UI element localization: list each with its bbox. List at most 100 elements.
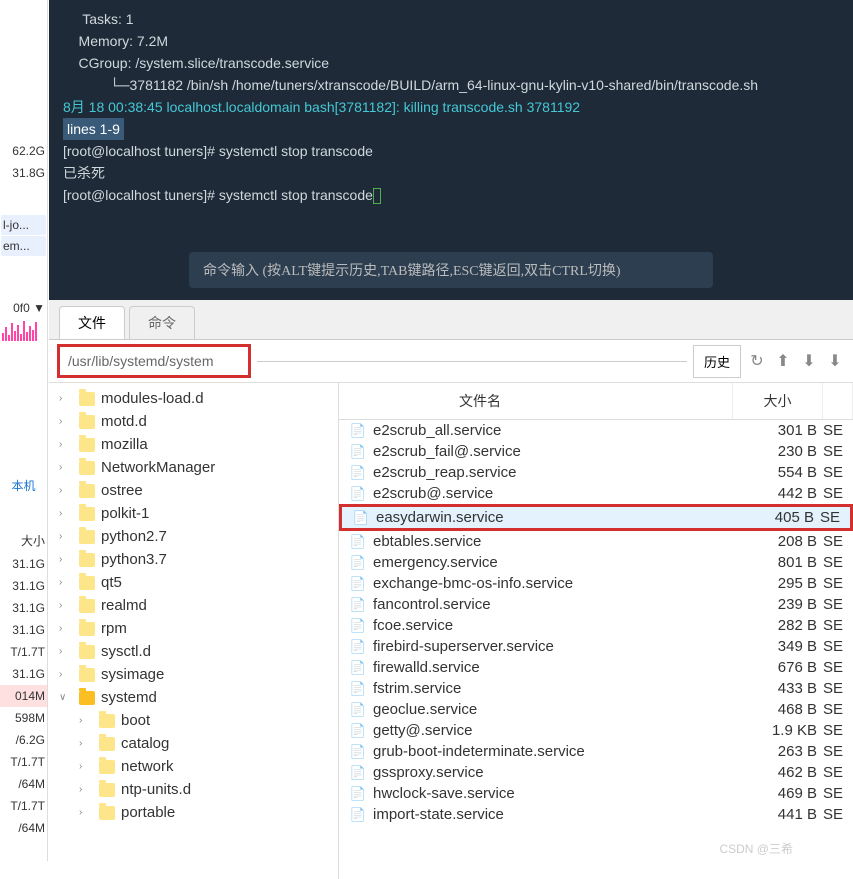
folder-icon xyxy=(79,645,95,659)
terminal-panel[interactable]: Tasks: 1 Memory: 7.2M CGroup: /system.sl… xyxy=(49,0,853,300)
file-extra: SE xyxy=(823,464,853,481)
file-name: fcoe.service xyxy=(369,617,753,634)
tree-label: NetworkManager xyxy=(101,459,215,476)
file-row[interactable]: 📄firebird-superserver.service349 BSE xyxy=(339,636,853,657)
tree-item[interactable]: ›rpm xyxy=(49,617,338,640)
tree-item[interactable]: ›ntp-units.d xyxy=(49,778,338,801)
tab-file[interactable]: 文件 xyxy=(59,306,125,339)
tree-label: catalog xyxy=(121,735,169,752)
file-icon: 📄 xyxy=(347,786,369,802)
tree-item[interactable]: ›catalog xyxy=(49,732,338,755)
terminal-line: └─3781182 /bin/sh /home/tuners/xtranscod… xyxy=(63,74,839,96)
size-label: 31.1G xyxy=(0,619,47,641)
command-input-hint[interactable]: 命令输入 (按ALT键提示历史,TAB键路径,ESC键返回,双击CTRL切换) xyxy=(189,252,713,288)
folder-tree[interactable]: ›modules-load.d›motd.d›mozilla›NetworkMa… xyxy=(49,383,339,879)
folder-icon xyxy=(79,392,95,406)
sparkline-chart xyxy=(0,319,47,343)
tree-item[interactable]: ›qt5 xyxy=(49,571,338,594)
local-machine-label[interactable]: 本机 xyxy=(0,473,47,498)
tree-item[interactable]: ›motd.d xyxy=(49,410,338,433)
file-size: 469 B xyxy=(753,785,823,802)
tree-label: rpm xyxy=(101,620,127,637)
terminal-line: Tasks: 1 xyxy=(63,8,839,30)
size-label: 31.1G xyxy=(0,663,47,685)
tree-item[interactable]: ›python3.7 xyxy=(49,548,338,571)
tree-item[interactable]: ›python2.7 xyxy=(49,525,338,548)
path-input[interactable] xyxy=(66,351,242,371)
download-icon[interactable]: ⬇ xyxy=(799,351,819,371)
file-list[interactable]: 文件名 大小 📄e2scrub_all.service301 BSE📄e2scr… xyxy=(339,383,853,879)
terminal-line: CGroup: /system.slice/transcode.service xyxy=(63,52,839,74)
tree-item[interactable]: ›mozilla xyxy=(49,433,338,456)
tree-label: sysimage xyxy=(101,666,164,683)
file-row[interactable]: 📄e2scrub_fail@.service230 BSE xyxy=(339,441,853,462)
tree-item[interactable]: ›NetworkManager xyxy=(49,456,338,479)
folder-icon xyxy=(79,461,95,475)
file-name: fancontrol.service xyxy=(369,596,753,613)
tree-item[interactable]: ›sysctl.d xyxy=(49,640,338,663)
tree-label: polkit-1 xyxy=(101,505,149,522)
tab-cmd[interactable]: 命令 xyxy=(129,306,195,339)
file-icon: 📄 xyxy=(347,423,369,439)
col-filename[interactable]: 文件名 xyxy=(339,383,733,419)
history-button[interactable]: 历史 xyxy=(693,345,741,378)
file-row[interactable]: 📄fancontrol.service239 BSE xyxy=(339,594,853,615)
file-icon: 📄 xyxy=(347,555,369,571)
size-label: 62.2G xyxy=(0,140,47,162)
folder-item[interactable]: l-jo... xyxy=(1,215,46,235)
tree-item[interactable]: ∨systemd xyxy=(49,686,338,709)
tree-item[interactable]: ›realmd xyxy=(49,594,338,617)
cursor-icon xyxy=(373,188,381,204)
tree-item[interactable]: ›portable xyxy=(49,801,338,824)
tree-item[interactable]: ›ostree xyxy=(49,479,338,502)
col-extra[interactable] xyxy=(823,383,853,419)
dropdown-label[interactable]: 0f0 ▼ xyxy=(0,297,47,319)
file-row[interactable]: 📄fstrim.service433 BSE xyxy=(339,678,853,699)
file-row[interactable]: 📄hwclock-save.service469 BSE xyxy=(339,783,853,804)
file-icon: 📄 xyxy=(347,660,369,676)
tree-item[interactable]: ›network xyxy=(49,755,338,778)
upload-icon[interactable]: ⬆ xyxy=(773,351,793,371)
file-row[interactable]: 📄e2scrub@.service442 BSE xyxy=(339,483,853,504)
file-row[interactable]: 📄getty@.service1.9 KBSE xyxy=(339,720,853,741)
file-row[interactable]: 📄easydarwin.service405 BSE xyxy=(339,504,853,531)
file-row[interactable]: 📄exchange-bmc-os-info.service295 BSE xyxy=(339,573,853,594)
file-name: geoclue.service xyxy=(369,701,753,718)
size-label: /64M xyxy=(0,773,47,795)
file-row[interactable]: 📄fcoe.service282 BSE xyxy=(339,615,853,636)
file-row[interactable]: 📄import-state.service441 BSE xyxy=(339,804,853,825)
file-size: 441 B xyxy=(753,806,823,823)
file-row[interactable]: 📄e2scrub_all.service301 BSE xyxy=(339,420,853,441)
tree-item[interactable]: ›sysimage xyxy=(49,663,338,686)
file-name: e2scrub_reap.service xyxy=(369,464,753,481)
file-icon: 📄 xyxy=(347,765,369,781)
file-icon: 📄 xyxy=(347,639,369,655)
folder-icon xyxy=(99,806,115,820)
file-icon: 📄 xyxy=(347,681,369,697)
tree-item[interactable]: ›polkit-1 xyxy=(49,502,338,525)
file-extra: SE xyxy=(823,722,853,739)
refresh-icon[interactable]: ↻ xyxy=(747,351,767,371)
file-row[interactable]: 📄firewalld.service676 BSE xyxy=(339,657,853,678)
file-size: 462 B xyxy=(753,764,823,781)
file-extra: SE xyxy=(823,743,853,760)
file-row[interactable]: 📄gssproxy.service462 BSE xyxy=(339,762,853,783)
download-all-icon[interactable]: ⬇ xyxy=(825,351,845,371)
file-row[interactable]: 📄e2scrub_reap.service554 BSE xyxy=(339,462,853,483)
file-row[interactable]: 📄geoclue.service468 BSE xyxy=(339,699,853,720)
file-icon: 📄 xyxy=(347,702,369,718)
file-row[interactable]: 📄emergency.service801 BSE xyxy=(339,552,853,573)
file-extra: SE xyxy=(823,554,853,571)
tree-item[interactable]: ›modules-load.d xyxy=(49,387,338,410)
folder-item[interactable]: em... xyxy=(1,236,46,256)
tree-item[interactable]: ›boot xyxy=(49,709,338,732)
size-label: T/1.7T xyxy=(0,641,47,663)
file-extra: SE xyxy=(823,533,853,550)
file-row[interactable]: 📄grub-boot-indeterminate.service263 BSE xyxy=(339,741,853,762)
file-row[interactable]: 📄ebtables.service208 BSE xyxy=(339,531,853,552)
folder-icon xyxy=(79,415,95,429)
tree-label: modules-load.d xyxy=(101,390,204,407)
col-size[interactable]: 大小 xyxy=(733,383,823,419)
size-label: /6.2G xyxy=(0,729,47,751)
size-label: 31.1G xyxy=(0,575,47,597)
